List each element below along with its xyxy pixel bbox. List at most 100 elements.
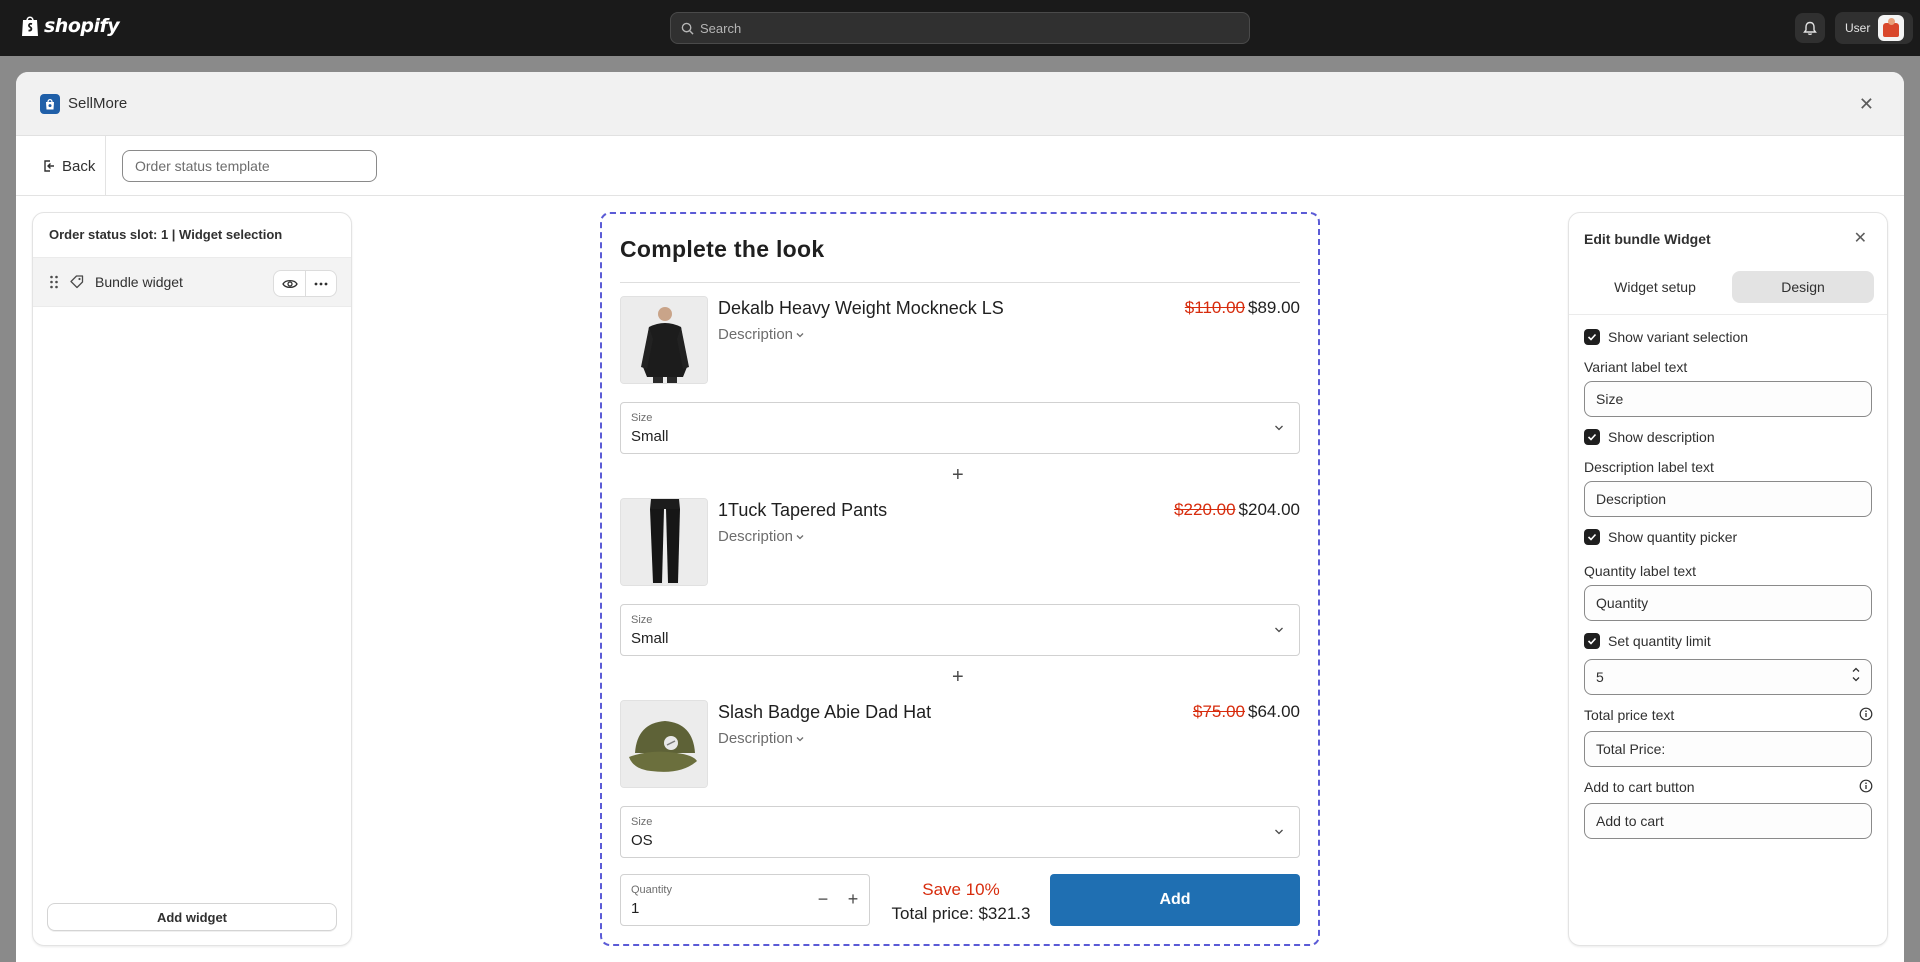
widget-list-item[interactable]: Bundle widget xyxy=(33,257,351,307)
checkbox-checked-icon xyxy=(1584,329,1600,345)
product-price: $110.00 $89.00 xyxy=(1185,298,1300,318)
product-name: Dekalb Heavy Weight Mockneck LS xyxy=(718,298,1004,318)
bell-icon xyxy=(1803,21,1817,35)
sellmore-app-icon xyxy=(40,93,60,114)
add-widget-button[interactable]: Add widget xyxy=(47,903,337,931)
checkbox-label: Show variant selection xyxy=(1608,329,1749,345)
size-select[interactable]: Size Small xyxy=(620,604,1300,656)
number-stepper[interactable] xyxy=(1851,666,1861,683)
add-to-cart-button-title: Add to cart button xyxy=(1584,779,1695,795)
widget-label: Bundle widget xyxy=(95,274,183,290)
chevron-down-icon[interactable] xyxy=(1851,675,1861,683)
set-quantity-limit-checkbox[interactable]: Set quantity limit xyxy=(1584,633,1711,649)
compare-at-price: $75.00 xyxy=(1193,702,1245,721)
info-icon[interactable] xyxy=(1859,779,1873,793)
quantity-label-title: Quantity label text xyxy=(1584,563,1697,579)
app-modal: SellMore ✕ Back Order status slot: 1 | W… xyxy=(16,72,1904,962)
editor-content: Order status slot: 1 | Widget selection … xyxy=(16,196,1904,962)
user-label: User xyxy=(1845,21,1871,35)
product-item: Slash Badge Abie Dad Hat Description $75… xyxy=(620,700,1300,788)
size-select[interactable]: Size Small xyxy=(620,402,1300,454)
app-name: SellMore xyxy=(68,95,128,112)
description-label-input[interactable] xyxy=(1584,481,1872,517)
bundle-widget-preview: Complete the look Dekalb Heavy Weight Mo… xyxy=(600,212,1320,946)
sale-price: $64.00 xyxy=(1248,702,1300,721)
size-value: OS xyxy=(631,832,653,849)
modal-close-icon[interactable]: ✕ xyxy=(1859,94,1874,115)
variant-label-input[interactable] xyxy=(1584,381,1872,417)
chevron-down-icon xyxy=(796,534,804,539)
info-icon[interactable] xyxy=(1859,707,1873,721)
total-price-text-input[interactable] xyxy=(1584,731,1872,767)
increase-quantity-button[interactable]: + xyxy=(843,889,863,910)
avatar xyxy=(1878,15,1905,41)
product-name: 1Tuck Tapered Pants xyxy=(718,500,888,520)
eye-icon xyxy=(281,279,298,288)
search-icon xyxy=(681,22,694,35)
widget-row-actions xyxy=(273,270,337,297)
product-price: $220.00 $204.00 xyxy=(1174,500,1300,520)
product-image-pants xyxy=(620,498,708,586)
add-to-cart-button[interactable]: Add xyxy=(1050,874,1300,926)
description-label: Description xyxy=(718,528,794,545)
modal-toolbar: Back xyxy=(16,136,1904,196)
quantity-label-input[interactable] xyxy=(1584,585,1872,621)
sale-price: $89.00 xyxy=(1248,298,1300,317)
sale-price: $204.00 xyxy=(1238,500,1300,519)
slot-title: Order status slot: 1 | Widget selection xyxy=(49,227,283,242)
chevron-down-icon xyxy=(1275,829,1283,835)
quantity-limit-input[interactable] xyxy=(1584,659,1872,695)
shopify-logo[interactable]: shopify xyxy=(20,14,120,38)
tag-icon xyxy=(70,275,84,289)
more-actions-button[interactable] xyxy=(305,271,336,296)
close-icon[interactable]: ✕ xyxy=(1854,228,1867,248)
panel-tabs: Widget setup Design xyxy=(1584,271,1874,303)
user-menu[interactable]: User xyxy=(1835,12,1913,44)
size-select[interactable]: Size OS xyxy=(620,806,1300,858)
tab-design[interactable]: Design xyxy=(1732,271,1874,303)
shopify-bag-icon xyxy=(22,16,38,36)
back-button[interactable]: Back xyxy=(32,150,105,182)
search-placeholder: Search xyxy=(700,20,742,36)
chevron-down-icon xyxy=(1275,425,1283,431)
show-variant-checkbox[interactable]: Show variant selection xyxy=(1584,329,1748,345)
show-quantity-checkbox[interactable]: Show quantity picker xyxy=(1584,529,1737,545)
quantity-label: Quantity xyxy=(631,884,672,896)
chevron-down-icon xyxy=(796,332,804,337)
add-to-cart-text-input[interactable] xyxy=(1584,803,1872,839)
compare-at-price: $110.00 xyxy=(1184,298,1245,317)
description-toggle[interactable]: Description xyxy=(718,326,805,343)
checkbox-checked-icon xyxy=(1584,429,1600,445)
modal-header: SellMore ✕ xyxy=(16,72,1904,136)
chevron-up-icon[interactable] xyxy=(1851,666,1861,674)
decrease-quantity-button[interactable]: − xyxy=(813,889,833,910)
product-item: 1Tuck Tapered Pants Description $220.00 … xyxy=(620,498,1300,586)
show-description-checkbox[interactable]: Show description xyxy=(1584,429,1715,445)
chevron-down-icon xyxy=(1275,627,1283,633)
checkbox-label: Show description xyxy=(1608,429,1715,445)
notifications-button[interactable] xyxy=(1795,13,1825,43)
size-label: Size xyxy=(631,816,653,828)
panel-title: Edit bundle Widget xyxy=(1584,231,1711,247)
visibility-button[interactable] xyxy=(274,271,305,296)
toolbar-divider xyxy=(105,136,106,196)
description-label-title: Description label text xyxy=(1584,459,1714,475)
checkbox-label: Set quantity limit xyxy=(1608,633,1711,649)
quantity-stepper[interactable]: Quantity 1 − + xyxy=(620,874,870,926)
plus-icon: + xyxy=(952,464,964,486)
checkbox-checked-icon xyxy=(1584,529,1600,545)
search-bar[interactable]: Search xyxy=(670,12,1250,44)
quantity-value: 1 xyxy=(631,900,640,917)
description-toggle[interactable]: Description xyxy=(718,730,805,747)
variant-label-title: Variant label text xyxy=(1584,359,1688,375)
divider xyxy=(1569,314,1887,315)
template-name-input[interactable] xyxy=(122,150,377,182)
savings-text: Save 10% xyxy=(922,880,1000,899)
divider xyxy=(620,282,1300,283)
product-image-sweater xyxy=(620,296,708,384)
preview-title: Complete the look xyxy=(620,236,825,262)
drag-handle-icon[interactable] xyxy=(49,275,59,289)
more-horizontal-icon xyxy=(314,282,328,285)
description-toggle[interactable]: Description xyxy=(718,528,805,545)
tab-widget-setup[interactable]: Widget setup xyxy=(1584,271,1726,303)
